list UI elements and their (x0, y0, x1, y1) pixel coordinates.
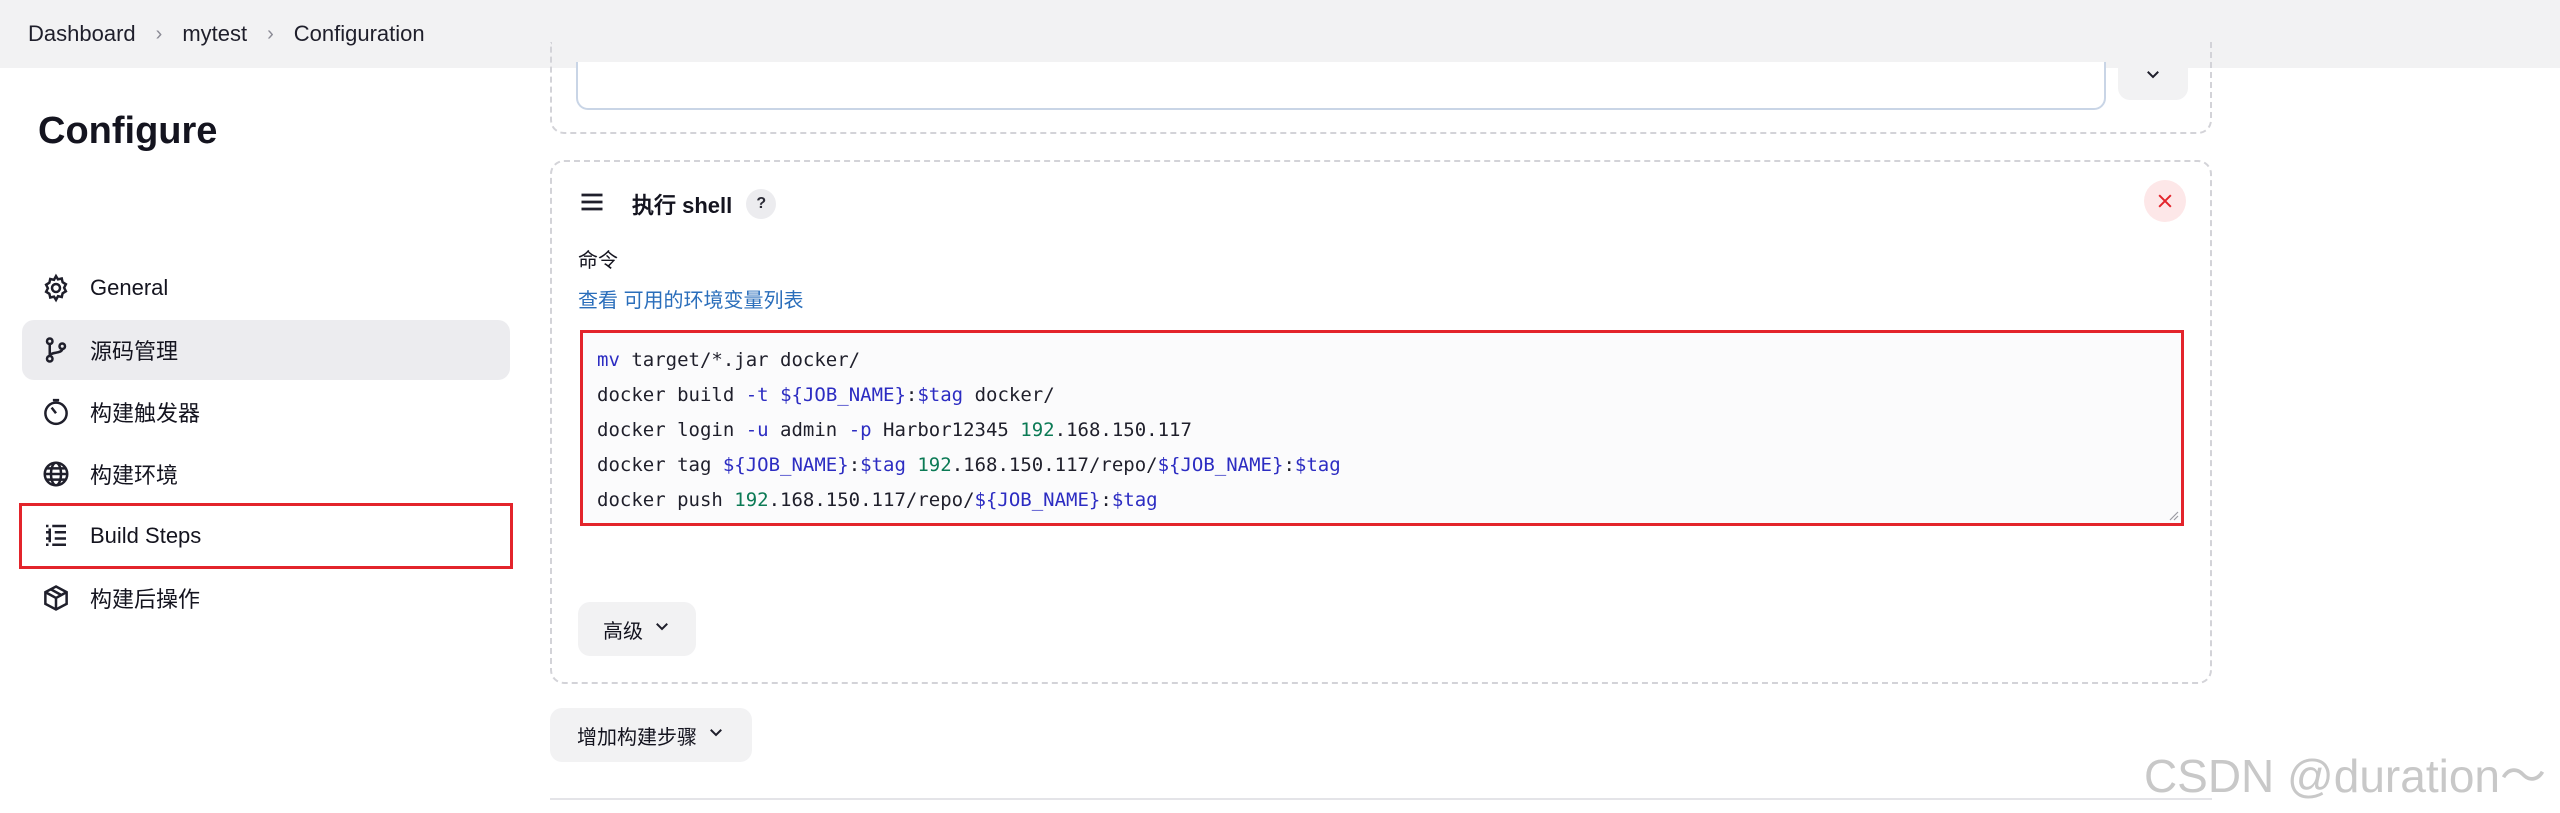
env-vars-link[interactable]: 可用的环境变量列表 (624, 290, 804, 312)
code-line: docker tag ${JOB_NAME}:$tag 192.168.150.… (597, 454, 1341, 476)
sidebar-item-label: Build Steps (90, 523, 202, 548)
step-header: 执行 shell ? (578, 184, 777, 224)
add-build-step-label: 增加构建步骤 (577, 726, 697, 749)
code-line: docker login -u admin -p Harbor12345 192… (597, 419, 1192, 441)
sidebar-item-source[interactable]: 源码管理 (22, 320, 510, 380)
env-vars-link-row: 查看 可用的环境变量列表 (578, 284, 804, 313)
command-textarea[interactable]: mv target/*.jar docker/ docker build -t … (580, 330, 2184, 526)
close-icon (2158, 194, 2172, 208)
package-icon (40, 582, 72, 614)
drag-handle-icon[interactable] (578, 188, 606, 221)
code-line: docker build -t ${JOB_NAME}:$tag docker/ (597, 384, 1055, 406)
add-build-step-button[interactable]: 增加构建步骤 (550, 708, 752, 762)
resize-handle-icon[interactable] (2167, 509, 2179, 521)
breadcrumb-dashboard[interactable]: Dashboard (28, 21, 136, 47)
sidebar-item-label: 源码管理 (90, 339, 179, 364)
gear-icon (40, 272, 72, 304)
sidebar-nav: General 源码管理 构建触发器 构建环境 Build Steps 构建后操… (19, 258, 513, 630)
previous-step-dropdown-button[interactable] (2118, 52, 2188, 100)
sidebar-item-environment[interactable]: 构建环境 (22, 444, 510, 504)
page-title: Configure (38, 110, 218, 152)
globe-icon (40, 458, 72, 490)
code-line: mv target/*.jar docker/ (597, 349, 861, 371)
breadcrumb-configuration[interactable]: Configuration (294, 21, 425, 47)
chevron-right-icon: › (155, 22, 163, 45)
advanced-button[interactable]: 高级 (578, 602, 696, 656)
chevron-down-icon (653, 617, 671, 641)
previous-step-field[interactable] (576, 62, 2106, 110)
sidebar-item-build-steps[interactable]: Build Steps (19, 503, 513, 569)
divider (550, 798, 2212, 800)
chevron-down-icon (2144, 65, 2162, 88)
sidebar-item-label: 构建环境 (90, 463, 179, 488)
command-label: 命令 (578, 250, 618, 272)
sidebar-item-triggers[interactable]: 构建触发器 (22, 382, 510, 442)
sidebar-item-general[interactable]: General (22, 258, 510, 318)
help-icon[interactable]: ? (746, 189, 777, 219)
step-title: 执行 shell (632, 193, 733, 218)
sidebar-item-label: 构建后操作 (90, 587, 201, 612)
watermark: CSDN @duration～ (2143, 750, 2546, 802)
execute-shell-card: 执行 shell ? 命令 查看 可用的环境变量列表 mv target/*.j… (550, 160, 2212, 684)
sidebar-item-post-build[interactable]: 构建后操作 (22, 568, 510, 628)
source-branch-icon (40, 334, 72, 366)
sidebar: Configure General 源码管理 构建触发器 构建环境 Build … (0, 68, 530, 813)
env-vars-prefix: 查看 (578, 290, 618, 312)
advanced-label: 高级 (603, 620, 643, 643)
list-steps-icon (40, 520, 72, 552)
breadcrumb-job[interactable]: mytest (182, 21, 247, 47)
chevron-right-icon: › (267, 22, 274, 45)
timer-icon (40, 396, 72, 428)
remove-step-button[interactable] (2144, 180, 2186, 222)
previous-step-card (550, 42, 2212, 134)
code-line: docker push 192.168.150.117/repo/${JOB_N… (597, 489, 1158, 511)
sidebar-item-label: General (90, 275, 169, 300)
chevron-down-icon (707, 723, 725, 747)
sidebar-item-label: 构建触发器 (90, 401, 201, 426)
